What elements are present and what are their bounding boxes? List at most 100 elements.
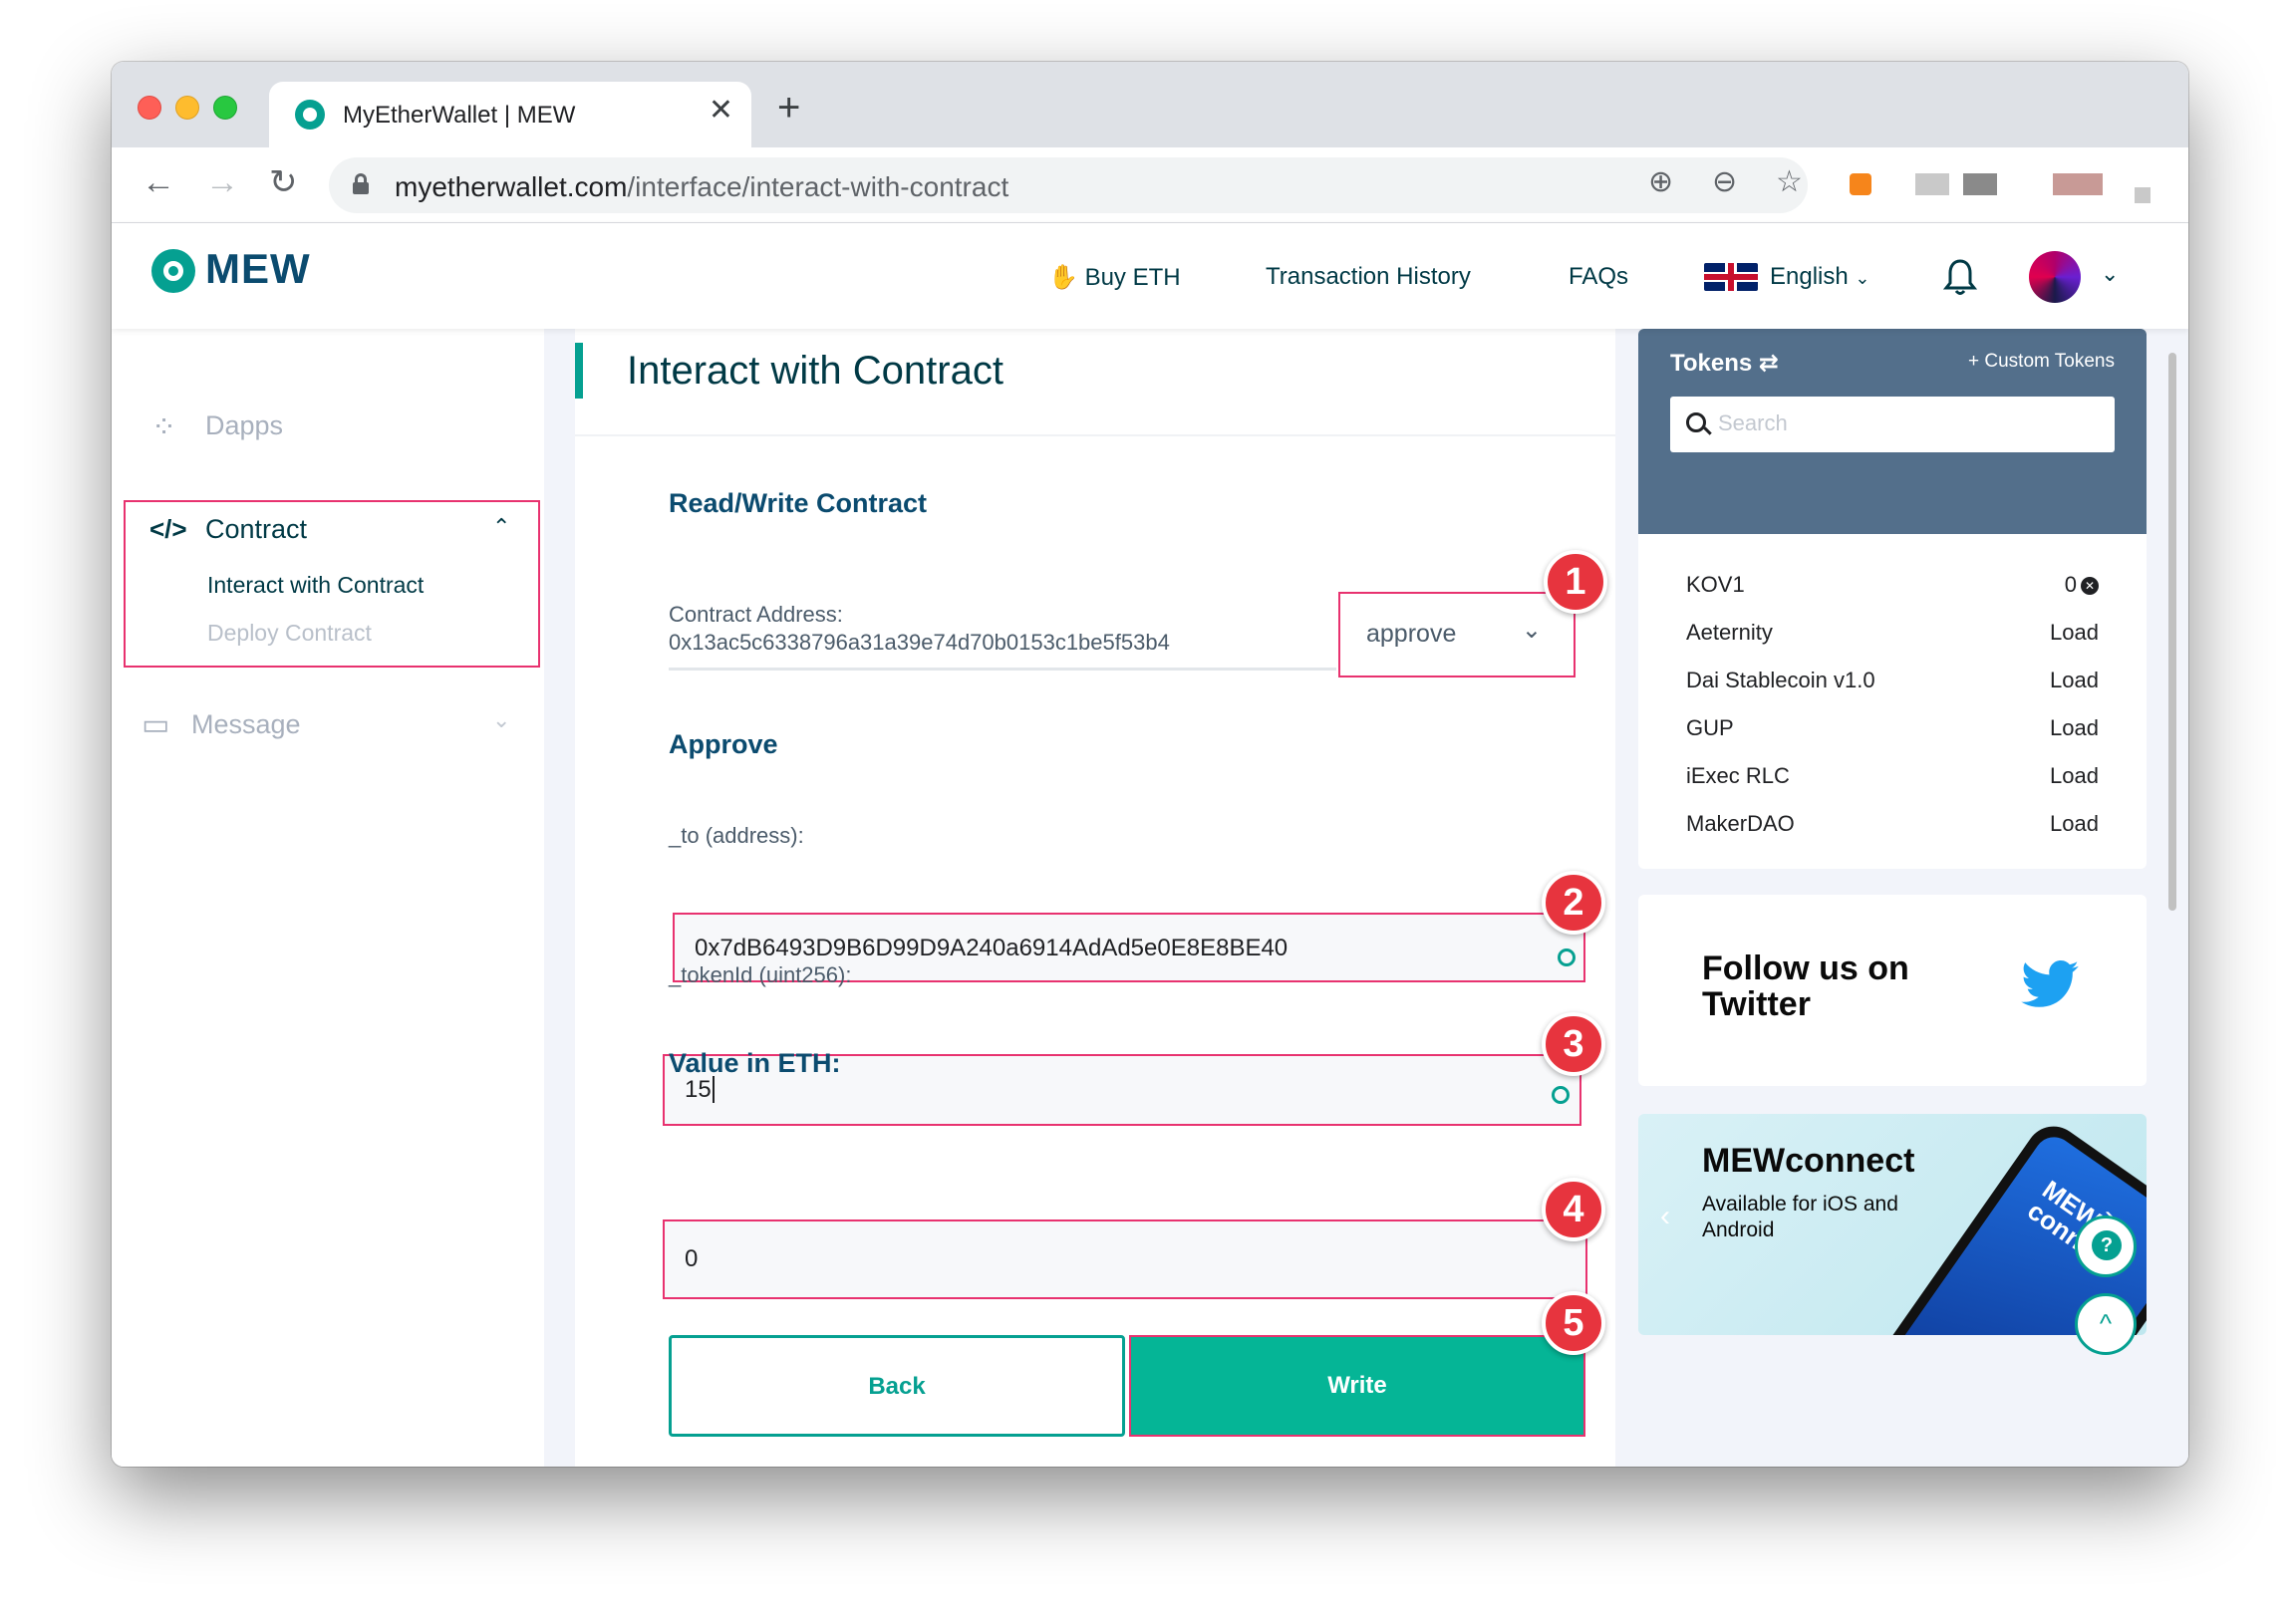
refresh-icon[interactable]: ⇄ <box>1759 350 1779 377</box>
token-load-button[interactable]: Load <box>2050 811 2099 837</box>
browser-toolbar: ← → ↻ myetherwallet.com/interface/intera… <box>112 147 2188 223</box>
url-text[interactable]: myetherwallet.com/interface/interact-wit… <box>395 171 1008 203</box>
token-row: Aeternity Load <box>1686 620 2099 660</box>
back-button[interactable]: Back <box>669 1335 1125 1437</box>
mewconnect-card[interactable]: MEWconnect Available for iOS and Android… <box>1638 1114 2147 1335</box>
chevron-down-icon[interactable]: ⌄ <box>2101 261 2119 287</box>
function-select[interactable]: approve ⌄ <box>1338 592 1576 677</box>
mew-logo-icon[interactable] <box>151 249 195 293</box>
sidebar-item-dapps[interactable]: Dapps <box>205 410 283 441</box>
token-id-value: 15 <box>685 1076 715 1104</box>
tab-bar: MyEtherWallet | MEW ✕ + <box>112 62 2188 147</box>
sidebar-item-contract[interactable]: Contract <box>205 514 307 545</box>
dapps-grid-icon: ⁘ <box>151 411 179 444</box>
buy-eth-label: Buy ETH <box>1084 264 1181 291</box>
to-address-label: _to (address): <box>669 823 804 848</box>
tokens-title-label: Tokens <box>1670 350 1753 377</box>
twitter-text: Follow us on Twitter <box>1702 950 1909 1022</box>
add-icon[interactable]: ⊕ <box>1648 167 1673 197</box>
search-icon <box>1686 412 1706 432</box>
mewconnect-title: MEWconnect <box>1702 1142 1915 1180</box>
sidebar: ⁘ Dapps </> Contract ⌃ Interact with Con… <box>112 329 544 1467</box>
help-button[interactable]: ? <box>2075 1216 2137 1277</box>
address-bar[interactable]: myetherwallet.com/interface/interact-wit… <box>329 157 1808 213</box>
bookmark-star-icon[interactable]: ☆ <box>1776 167 1803 197</box>
reload-icon[interactable]: ↻ <box>269 165 298 199</box>
token-name: Aeternity <box>1686 620 1773 645</box>
twitter-bird-icon <box>2021 960 2079 1007</box>
extension-icon[interactable] <box>1963 173 1997 195</box>
notification-bell-icon[interactable] <box>1943 257 1977 297</box>
mewconnect-subtitle: Available for iOS and Android <box>1702 1193 1898 1241</box>
main-panel: Interact with Contract Read/Write Contra… <box>575 329 1615 1467</box>
back-arrow-icon[interactable]: ← <box>142 165 175 199</box>
token-load-button[interactable]: Load <box>2050 668 2099 693</box>
page-scrollbar[interactable] <box>2168 353 2176 911</box>
extension-icon[interactable] <box>2135 187 2151 203</box>
scroll-to-top-button[interactable]: ^ <box>2075 1293 2137 1355</box>
maximize-window-button[interactable] <box>213 96 237 120</box>
token-load-button[interactable]: Load <box>2050 620 2099 646</box>
page-content: ⁘ Dapps </> Contract ⌃ Interact with Con… <box>112 329 2188 1467</box>
custom-tokens-link[interactable]: + Custom Tokens <box>1968 351 2115 373</box>
mew-logo-text[interactable]: MEW <box>205 245 311 293</box>
minimize-window-button[interactable] <box>175 96 199 120</box>
token-name: Dai Stablecoin v1.0 <box>1686 668 1875 692</box>
token-id-text: 15 <box>685 1076 712 1103</box>
remove-token-icon[interactable]: ✕ <box>2081 577 2099 595</box>
token-balance: 0 <box>2064 572 2077 597</box>
url-host: myetherwallet.com <box>395 171 628 202</box>
value-in-eth-input[interactable]: 0 <box>663 1219 1587 1299</box>
forward-arrow-icon[interactable]: → <box>205 165 239 199</box>
tab-title: MyEtherWallet | MEW <box>343 102 576 129</box>
close-window-button[interactable] <box>138 96 161 120</box>
metamask-extension-icon[interactable] <box>1850 173 1871 195</box>
tokens-card: Tokens ⇄ + Custom Tokens Search KOV1 0 ✕ … <box>1638 329 2147 869</box>
chevron-up-icon[interactable]: ⌃ <box>492 514 510 540</box>
chevron-down-icon: ⌄ <box>1855 268 1870 288</box>
profile-extension-icon[interactable] <box>2053 173 2103 195</box>
new-tab-button[interactable]: + <box>777 88 800 128</box>
function-heading: Approve <box>669 729 778 759</box>
uk-flag-icon <box>1704 263 1758 291</box>
mew-favicon-icon <box>295 100 325 130</box>
value-in-eth-value: 0 <box>685 1245 699 1272</box>
site-header: MEW ✋ Buy ETH Transaction History FAQs E… <box>112 223 2188 329</box>
faqs-link[interactable]: FAQs <box>1569 263 1628 291</box>
browser-tab[interactable]: MyEtherWallet | MEW ✕ <box>269 82 751 147</box>
sidebar-item-message[interactable]: Message <box>191 709 301 740</box>
message-icon: ▭ <box>142 708 170 741</box>
chevron-down-icon[interactable]: ⌄ <box>492 707 510 733</box>
code-icon: </> <box>149 514 187 544</box>
tokens-header: Tokens ⇄ + Custom Tokens Search <box>1638 329 2147 534</box>
carousel-prev-icon[interactable]: ‹ <box>1660 1200 1670 1233</box>
step-badge-5: 5 <box>1542 1291 1605 1355</box>
write-button[interactable]: Write <box>1129 1335 1585 1437</box>
extension-icon[interactable] <box>1915 173 1949 195</box>
buy-eth-link[interactable]: ✋ Buy ETH <box>1048 263 1181 292</box>
tab-close-icon[interactable]: ✕ <box>709 96 733 126</box>
help-icon: ? <box>2092 1230 2122 1260</box>
transaction-history-link[interactable]: Transaction History <box>1266 263 1471 291</box>
token-load-button[interactable]: Load <box>2050 715 2099 741</box>
token-row: MakerDAO Load <box>1686 811 2099 851</box>
zoom-out-icon[interactable]: ⊖ <box>1712 167 1737 197</box>
read-write-heading: Read/Write Contract <box>669 488 928 518</box>
sidebar-subitem-interact-with-contract[interactable]: Interact with Contract <box>207 572 424 599</box>
twitter-card[interactable]: Follow us on Twitter <box>1638 895 2147 1086</box>
token-search-input[interactable]: Search <box>1670 397 2115 452</box>
token-name: MakerDAO <box>1686 811 1795 836</box>
contract-address-value: 0x13ac5c6338796a31a39e74d70b0153c1be5f53… <box>669 630 1170 655</box>
token-name: GUP <box>1686 715 1734 740</box>
account-avatar[interactable] <box>2029 251 2081 303</box>
token-name: KOV1 <box>1686 572 1745 597</box>
step-badge-2: 2 <box>1542 871 1605 935</box>
to-address-value: 0x7dB6493D9B6D99D9A240a6914AdAd5e0E8E8BE… <box>695 935 1289 961</box>
token-name: iExec RLC <box>1686 763 1790 788</box>
browser-window: MyEtherWallet | MEW ✕ + ← → ↻ myetherwal… <box>112 62 2188 1467</box>
url-path: /interface/interact-with-contract <box>627 171 1009 202</box>
sidebar-subitem-deploy-contract[interactable]: Deploy Contract <box>207 620 372 647</box>
language-selector[interactable]: English ⌄ <box>1770 263 1869 291</box>
token-load-button[interactable]: Load <box>2050 763 2099 789</box>
value-in-eth-label: Value in ETH: <box>669 1048 841 1078</box>
